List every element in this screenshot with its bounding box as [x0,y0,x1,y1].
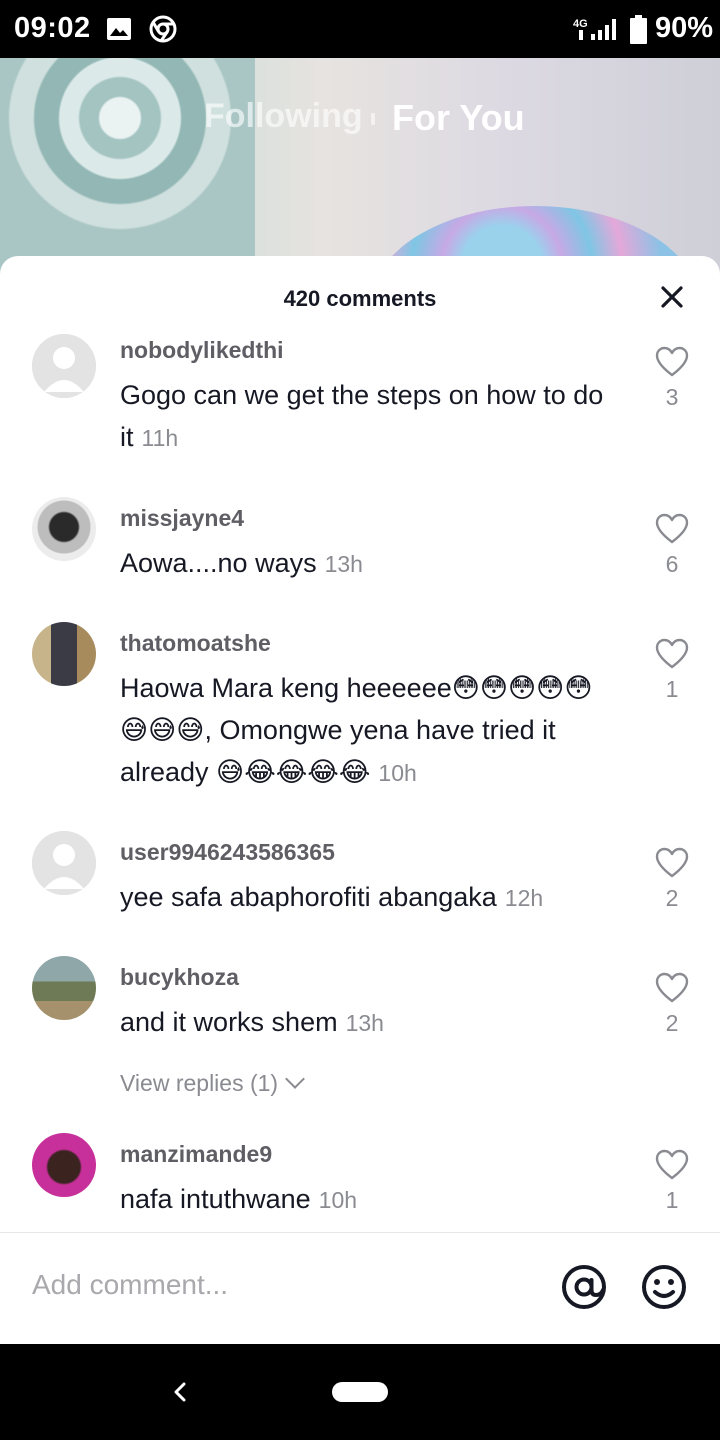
avatar-manzimande9[interactable] [32,1133,96,1197]
status-time: 09:02 [14,12,91,44]
comment-body: Haowa Mara keng heeeeee😳😳😳😳😳😅😅😅, Omongwe… [120,667,620,794]
comment-text: Aowa....no ways [120,548,317,578]
chevron-down-icon [285,1069,305,1089]
comment-input[interactable]: Add comment... [32,1269,228,1301]
comment-username[interactable]: user9946243586365 [120,839,335,866]
like-count: 3 [665,384,679,410]
comment-body: Aowa....no ways 13h [120,542,620,585]
default-avatar-icon [32,831,96,895]
view-replies-label: View replies (1) [120,1070,279,1096]
video-background[interactable] [0,58,720,278]
status-bar: 09:02 4G 90% [0,0,720,58]
avatar-thatomoatshe[interactable] [32,622,96,686]
svg-text:4G: 4G [573,18,588,30]
comments-sheet: 420 comments nobodylikedthi Gogo can we … [0,256,720,1344]
comment-username[interactable]: missjayne4 [120,505,244,532]
back-icon[interactable] [168,1376,192,1408]
like-count: 2 [665,885,679,911]
heart-icon[interactable] [655,847,689,879]
home-pill-button[interactable] [332,1382,388,1402]
heart-icon[interactable] [655,972,689,1004]
comment-username[interactable]: manzimande9 [120,1141,272,1168]
comment-body: Gogo can we get the steps on how to do i… [120,374,620,459]
heart-icon[interactable] [655,1149,689,1181]
heart-icon[interactable] [655,513,689,545]
like-count: 6 [665,551,679,577]
comment-text: Gogo can we get the steps on how to do i… [120,380,604,452]
signal-4g-icon: 4G [573,18,616,40]
comment-time: 13h [324,551,363,577]
comment-body: yee safa abaphorofiti abangaka 12h [120,876,620,919]
tab-following[interactable]: Following [204,97,363,136]
heart-icon[interactable] [655,638,689,670]
comment-body: nafa intuthwane 10h [120,1178,620,1221]
comment-time: 10h [318,1187,358,1213]
navigation-bar [0,1344,720,1440]
comment-text: and it works shem [120,1007,338,1037]
gallery-icon [107,18,131,40]
emoji-icon[interactable] [640,1263,688,1311]
chrome-icon [149,15,177,43]
comment-username[interactable]: nobodylikedthi [120,337,284,364]
comment-body: and it works shem 13h [120,1001,620,1044]
avatar-bucykhoza[interactable] [32,956,96,1020]
avatar-missjayne4[interactable] [32,497,96,561]
video-artwork [0,58,255,278]
comment-time: 11h [141,425,179,451]
comment-time: 10h [378,760,417,786]
avatar-default[interactable] [32,334,96,398]
comment-username[interactable]: thatomoatshe [120,630,271,657]
close-icon[interactable] [655,280,689,314]
heart-icon[interactable] [655,346,689,378]
comment-time: 13h [345,1010,384,1036]
comment-username[interactable]: bucykhoza [120,964,239,991]
comment-text: nafa intuthwane [120,1184,311,1214]
comment-text: Haowa Mara keng heeeeee😳😳😳😳😳😅😅😅, Omongwe… [120,673,593,787]
comment-composer: Add comment... [0,1232,720,1344]
default-avatar-icon [32,334,96,398]
comment-text: yee safa abaphorofiti abangaka [120,882,497,912]
like-count: 2 [665,1010,679,1036]
battery-icon [630,15,647,44]
battery-percent: 90% [655,12,714,44]
comments-count-title: 420 comments [283,286,437,311]
like-count: 1 [665,1187,679,1213]
like-count: 1 [665,676,679,702]
tab-divider [371,113,375,125]
tab-for-you[interactable]: For You [392,97,525,139]
comment-time: 12h [504,885,544,911]
avatar-default[interactable] [32,831,96,895]
mention-icon[interactable] [560,1263,608,1311]
view-replies-link[interactable]: View replies (1) [120,1069,305,1097]
